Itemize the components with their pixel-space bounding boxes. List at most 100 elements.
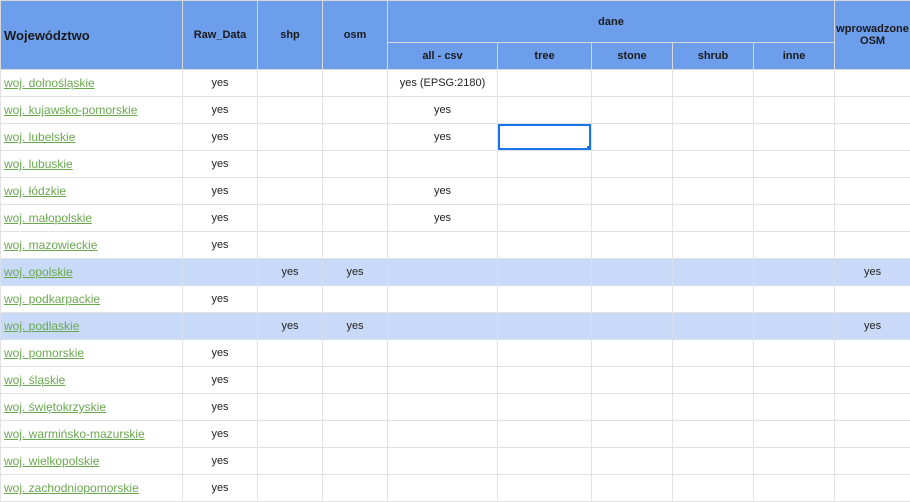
cell-osm[interactable]: yes bbox=[323, 313, 388, 340]
cell-name[interactable]: woj. małopolskie bbox=[1, 205, 183, 232]
cell-inne[interactable] bbox=[754, 205, 835, 232]
cell-shrub[interactable] bbox=[673, 286, 754, 313]
cell-raw[interactable]: yes bbox=[183, 70, 258, 97]
cell-osm[interactable] bbox=[323, 286, 388, 313]
cell-all[interactable] bbox=[388, 259, 498, 286]
voivodeship-link[interactable]: woj. zachodniopomorskie bbox=[4, 481, 139, 495]
cell-tree[interactable] bbox=[498, 313, 592, 340]
cell-wprow[interactable]: yes bbox=[835, 313, 910, 340]
cell-inne[interactable] bbox=[754, 124, 835, 151]
cell-name[interactable]: woj. lubuskie bbox=[1, 151, 183, 178]
cell-wprow[interactable] bbox=[835, 448, 910, 475]
cell-osm[interactable] bbox=[323, 340, 388, 367]
cell-tree[interactable] bbox=[498, 286, 592, 313]
cell-wprow[interactable] bbox=[835, 70, 910, 97]
selected-cell[interactable] bbox=[498, 124, 592, 151]
cell-stone[interactable] bbox=[592, 475, 673, 502]
cell-stone[interactable] bbox=[592, 259, 673, 286]
cell-inne[interactable] bbox=[754, 448, 835, 475]
header-inne[interactable]: inne bbox=[754, 43, 835, 70]
cell-shp[interactable] bbox=[258, 151, 323, 178]
voivodeship-link[interactable]: woj. dolnośląskie bbox=[4, 76, 95, 90]
cell-all[interactable] bbox=[388, 151, 498, 178]
cell-raw[interactable]: yes bbox=[183, 124, 258, 151]
cell-name[interactable]: woj. dolnośląskie bbox=[1, 70, 183, 97]
voivodeship-link[interactable]: woj. opolskie bbox=[4, 265, 73, 279]
cell-stone[interactable] bbox=[592, 313, 673, 340]
cell-tree[interactable] bbox=[498, 475, 592, 502]
cell-all[interactable] bbox=[388, 448, 498, 475]
cell-raw[interactable]: yes bbox=[183, 178, 258, 205]
voivodeship-link[interactable]: woj. wielkopolskie bbox=[4, 454, 99, 468]
cell-shrub[interactable] bbox=[673, 340, 754, 367]
cell-tree[interactable] bbox=[498, 205, 592, 232]
cell-shrub[interactable] bbox=[673, 70, 754, 97]
cell-shp[interactable] bbox=[258, 394, 323, 421]
cell-raw[interactable]: yes bbox=[183, 97, 258, 124]
cell-name[interactable]: woj. zachodniopomorskie bbox=[1, 475, 183, 502]
cell-osm[interactable] bbox=[323, 178, 388, 205]
cell-shrub[interactable] bbox=[673, 178, 754, 205]
header-shp[interactable]: shp bbox=[258, 1, 323, 70]
cell-all[interactable] bbox=[388, 394, 498, 421]
cell-osm[interactable] bbox=[323, 394, 388, 421]
cell-all[interactable] bbox=[388, 340, 498, 367]
cell-inne[interactable] bbox=[754, 178, 835, 205]
cell-name[interactable]: woj. opolskie bbox=[1, 259, 183, 286]
header-shrub[interactable]: shrub bbox=[673, 43, 754, 70]
cell-shp[interactable] bbox=[258, 448, 323, 475]
voivodeship-link[interactable]: woj. śląskie bbox=[4, 373, 65, 387]
cell-stone[interactable] bbox=[592, 151, 673, 178]
cell-name[interactable]: woj. wielkopolskie bbox=[1, 448, 183, 475]
cell-wprow[interactable] bbox=[835, 286, 910, 313]
header-dane[interactable]: dane bbox=[388, 1, 835, 43]
cell-shrub[interactable] bbox=[673, 97, 754, 124]
cell-wprow[interactable] bbox=[835, 97, 910, 124]
cell-inne[interactable] bbox=[754, 259, 835, 286]
cell-shrub[interactable] bbox=[673, 232, 754, 259]
cell-osm[interactable] bbox=[323, 151, 388, 178]
voivodeship-link[interactable]: woj. kujawsko-pomorskie bbox=[4, 103, 137, 117]
cell-tree[interactable] bbox=[498, 232, 592, 259]
cell-raw[interactable]: yes bbox=[183, 340, 258, 367]
cell-osm[interactable] bbox=[323, 232, 388, 259]
cell-osm[interactable] bbox=[323, 205, 388, 232]
cell-osm[interactable] bbox=[323, 448, 388, 475]
cell-raw[interactable]: yes bbox=[183, 151, 258, 178]
cell-name[interactable]: woj. podkarpackie bbox=[1, 286, 183, 313]
cell-shp[interactable] bbox=[258, 367, 323, 394]
cell-tree[interactable] bbox=[498, 151, 592, 178]
cell-shrub[interactable] bbox=[673, 151, 754, 178]
cell-all[interactable]: yes bbox=[388, 178, 498, 205]
voivodeship-link[interactable]: woj. pomorskie bbox=[4, 346, 84, 360]
cell-inne[interactable] bbox=[754, 232, 835, 259]
cell-all[interactable] bbox=[388, 286, 498, 313]
cell-inne[interactable] bbox=[754, 421, 835, 448]
voivodeship-link[interactable]: woj. małopolskie bbox=[4, 211, 92, 225]
cell-inne[interactable] bbox=[754, 97, 835, 124]
cell-inne[interactable] bbox=[754, 313, 835, 340]
cell-stone[interactable] bbox=[592, 124, 673, 151]
cell-all[interactable]: yes (EPSG:2180) bbox=[388, 70, 498, 97]
cell-wprow[interactable] bbox=[835, 367, 910, 394]
cell-all[interactable] bbox=[388, 367, 498, 394]
header-tree[interactable]: tree bbox=[498, 43, 592, 70]
cell-raw[interactable]: yes bbox=[183, 394, 258, 421]
cell-inne[interactable] bbox=[754, 367, 835, 394]
cell-name[interactable]: woj. śląskie bbox=[1, 367, 183, 394]
cell-raw[interactable]: yes bbox=[183, 367, 258, 394]
voivodeship-link[interactable]: woj. podlaskie bbox=[4, 319, 79, 333]
cell-osm[interactable] bbox=[323, 124, 388, 151]
cell-wprow[interactable] bbox=[835, 124, 910, 151]
cell-stone[interactable] bbox=[592, 178, 673, 205]
header-all-csv[interactable]: all - csv bbox=[388, 43, 498, 70]
cell-osm[interactable] bbox=[323, 367, 388, 394]
cell-osm[interactable]: yes bbox=[323, 259, 388, 286]
cell-shp[interactable] bbox=[258, 286, 323, 313]
voivodeship-link[interactable]: woj. warmińsko-mazurskie bbox=[4, 427, 145, 441]
header-wojewodztwo[interactable]: Województwo bbox=[1, 1, 183, 70]
cell-name[interactable]: woj. kujawsko-pomorskie bbox=[1, 97, 183, 124]
cell-inne[interactable] bbox=[754, 151, 835, 178]
header-wprowadzone-osm[interactable]: wprowadzone OSM bbox=[835, 1, 910, 70]
cell-shrub[interactable] bbox=[673, 367, 754, 394]
